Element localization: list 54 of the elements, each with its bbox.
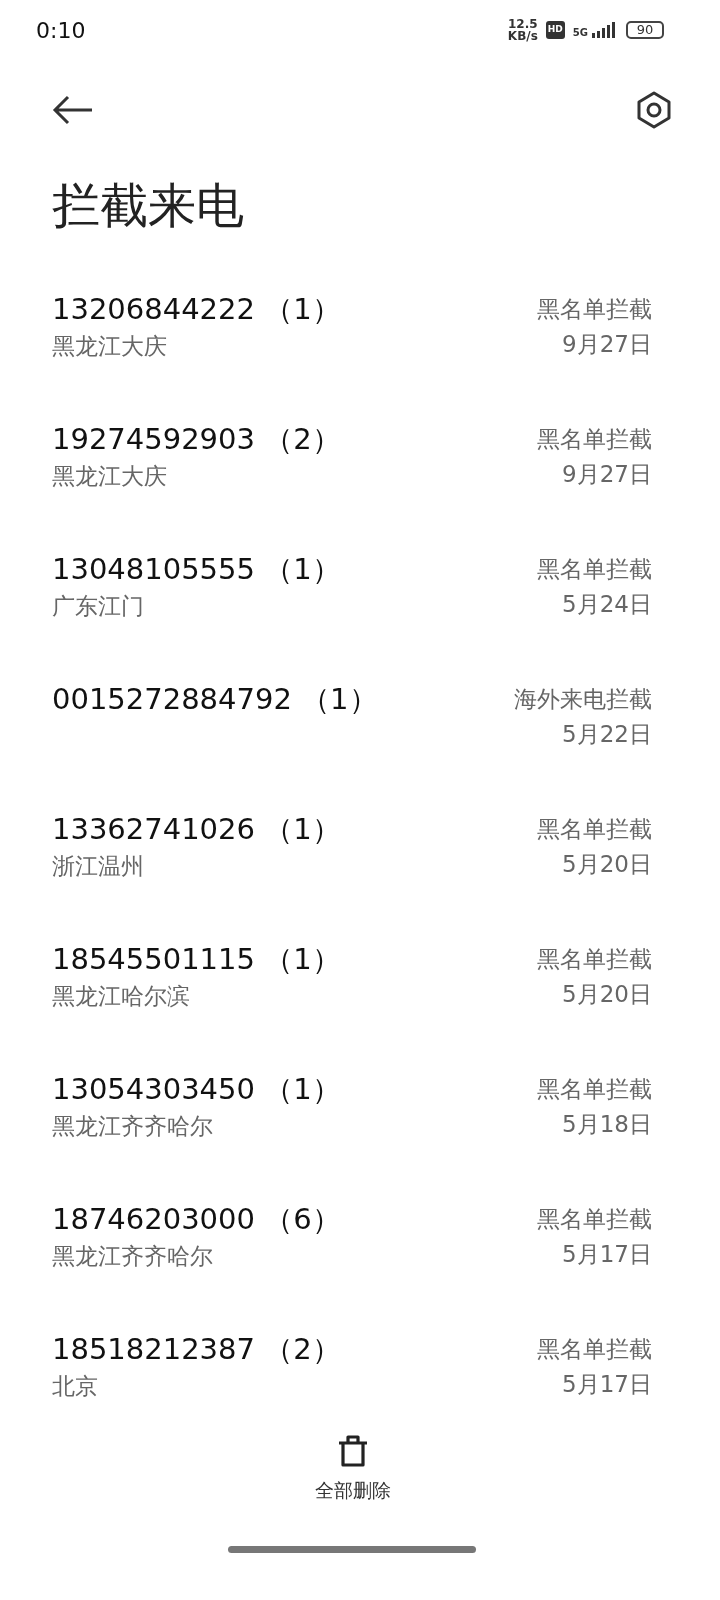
back-icon[interactable] bbox=[52, 95, 94, 125]
caller-location: 黑龙江齐齐哈尔 bbox=[52, 1111, 214, 1141]
block-reason: 黑名单拦截 bbox=[537, 295, 652, 324]
phone-number: 0015272884792 （1） bbox=[52, 682, 378, 717]
call-date: 5月24日 bbox=[562, 589, 652, 619]
call-row[interactable]: 19274592903 （2） 黑龙江大庆 黑名单拦截 9月27日 bbox=[0, 410, 720, 540]
call-date: 5月17日 bbox=[562, 1239, 652, 1269]
block-reason: 黑名单拦截 bbox=[537, 1075, 652, 1104]
caller-location: 浙江温州 bbox=[52, 851, 145, 881]
status-time: 0:10 bbox=[36, 16, 86, 45]
speed-unit: KB/s bbox=[507, 30, 538, 42]
signal-icon bbox=[592, 22, 618, 38]
block-reason: 黑名单拦截 bbox=[537, 945, 652, 974]
page-title: 拦截来电 bbox=[51, 176, 245, 235]
call-date: 5月22日 bbox=[562, 719, 652, 749]
call-date: 9月27日 bbox=[562, 459, 652, 489]
block-reason: 黑名单拦截 bbox=[537, 1335, 652, 1364]
settings-icon[interactable] bbox=[636, 91, 672, 129]
block-reason: 黑名单拦截 bbox=[537, 815, 652, 844]
caller-location: 黑龙江哈尔滨 bbox=[52, 981, 191, 1011]
phone-number: 18545501115 （1） bbox=[52, 942, 341, 977]
call-row[interactable]: 18545501115 （1） 黑龙江哈尔滨 黑名单拦截 5月20日 bbox=[0, 930, 720, 1060]
network-speed: 12.5 bbox=[507, 18, 538, 30]
block-reason: 黑名单拦截 bbox=[537, 425, 652, 454]
phone-number: 13362741026 （1） bbox=[52, 812, 341, 847]
call-row[interactable]: 18746203000 （6） 黑龙江齐齐哈尔 黑名单拦截 5月17日 bbox=[0, 1190, 720, 1320]
call-row[interactable]: 0015272884792 （1） 海外来电拦截 5月22日 bbox=[0, 670, 720, 800]
caller-location: 广东江门 bbox=[52, 591, 145, 621]
caller-location: 北京 bbox=[52, 1371, 99, 1401]
battery-icon: 90 bbox=[626, 21, 664, 39]
caller-location: 黑龙江大庆 bbox=[52, 461, 168, 491]
block-reason: 黑名单拦截 bbox=[537, 1205, 652, 1234]
phone-number: 18746203000 （6） bbox=[52, 1202, 341, 1237]
call-row[interactable]: 13206844222 （1） 黑龙江大庆 黑名单拦截 9月27日 bbox=[0, 280, 720, 410]
call-date: 5月17日 bbox=[562, 1369, 652, 1399]
phone-number: 13048105555 （1） bbox=[52, 552, 341, 587]
phone-number: 13054303450 （1） bbox=[52, 1072, 341, 1107]
phone-number: 13206844222 （1） bbox=[52, 292, 341, 327]
caller-location: 黑龙江齐齐哈尔 bbox=[52, 1241, 214, 1271]
trash-icon bbox=[336, 1434, 370, 1468]
call-date: 5月18日 bbox=[562, 1109, 652, 1139]
call-date: 5月20日 bbox=[562, 849, 652, 879]
call-row[interactable]: 13054303450 （1） 黑龙江齐齐哈尔 黑名单拦截 5月18日 bbox=[0, 1060, 720, 1190]
phone-number: 18518212387 （2） bbox=[52, 1332, 341, 1367]
call-date: 9月27日 bbox=[562, 329, 652, 359]
block-reason: 海外来电拦截 bbox=[514, 685, 652, 714]
call-date: 5月20日 bbox=[562, 979, 652, 1009]
phone-number: 19274592903 （2） bbox=[52, 422, 341, 457]
call-row[interactable]: 13048105555 （1） 广东江门 黑名单拦截 5月24日 bbox=[0, 540, 720, 670]
hd-badge: HD bbox=[545, 21, 565, 39]
call-row[interactable]: 13362741026 （1） 浙江温州 黑名单拦截 5月20日 bbox=[0, 800, 720, 930]
caller-location: 黑龙江大庆 bbox=[52, 331, 168, 361]
block-reason: 黑名单拦截 bbox=[537, 555, 652, 584]
network-type: 5G bbox=[572, 28, 588, 38]
